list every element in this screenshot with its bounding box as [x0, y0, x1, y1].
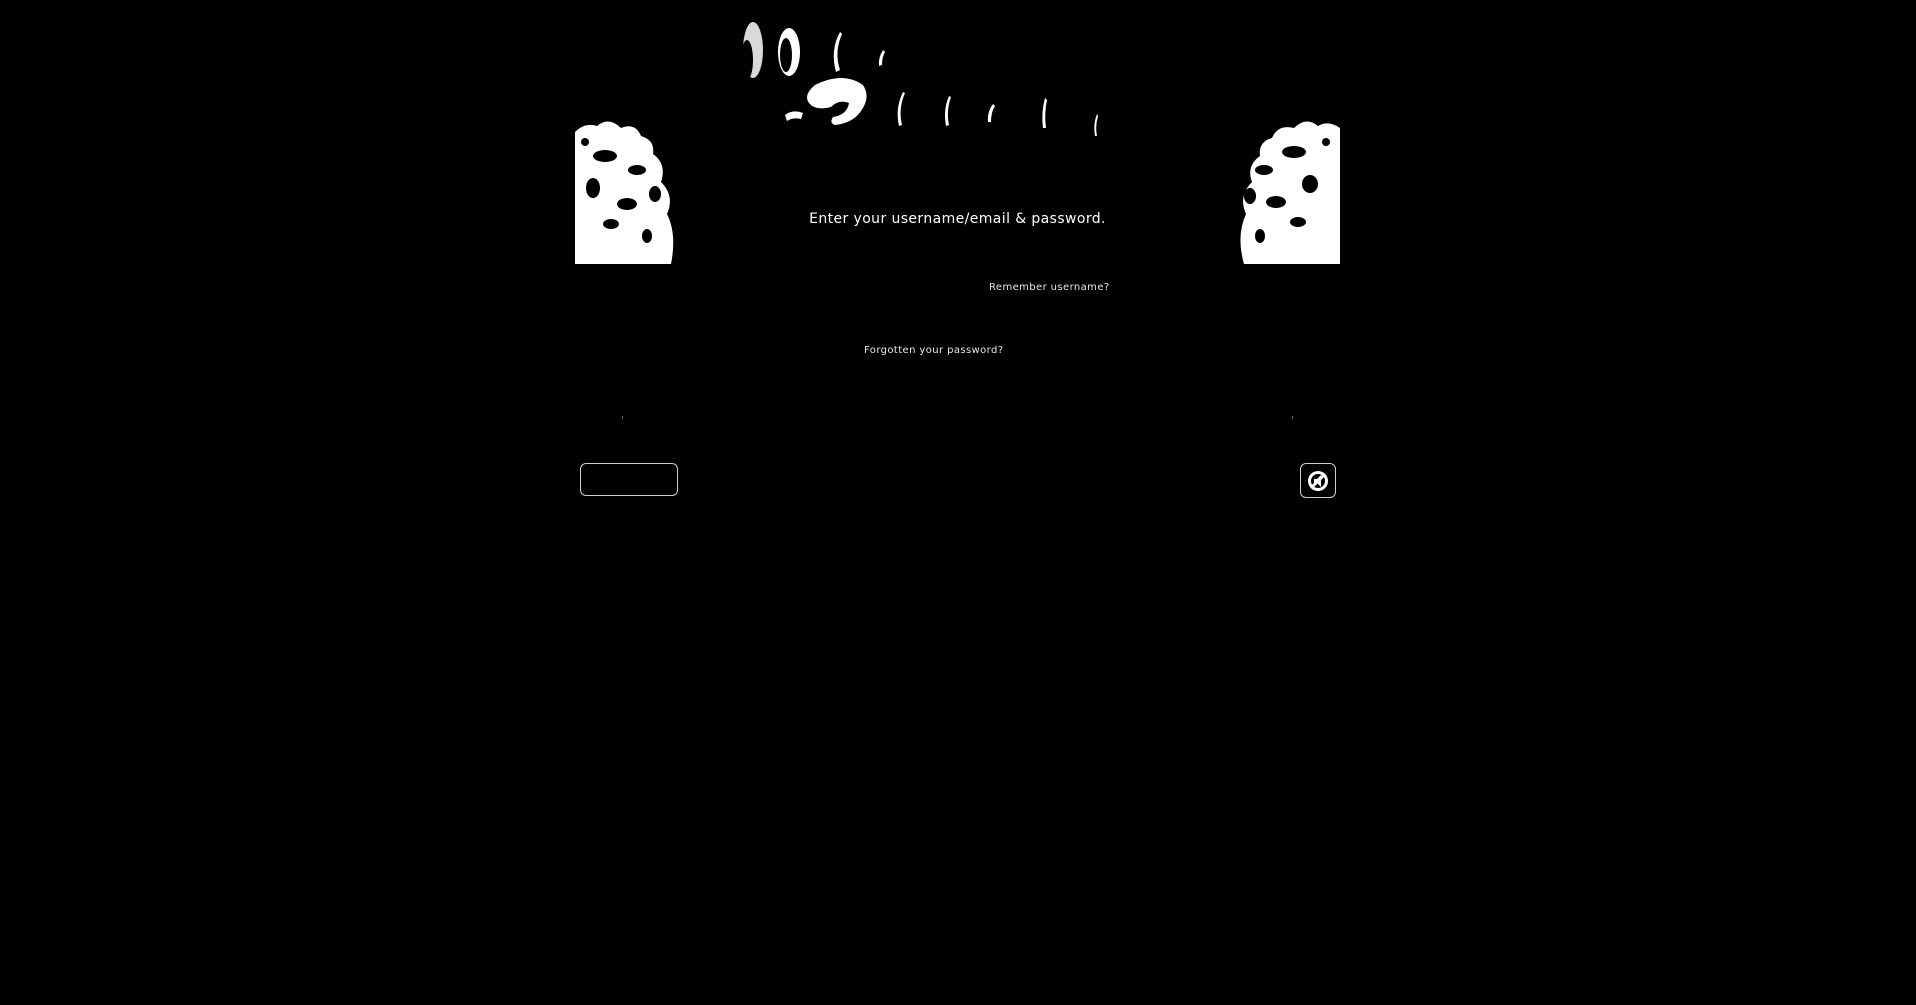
login-prompt: Enter your username/email & password.	[809, 211, 1106, 227]
divider-tick-right	[1292, 416, 1293, 419]
logo-art	[741, 22, 1098, 136]
sound-toggle-button[interactable]	[1300, 463, 1336, 498]
login-panel: Enter your username/email & password. Re…	[575, 0, 1340, 510]
back-button[interactable]	[580, 463, 678, 496]
remember-username-toggle[interactable]: Remember username?	[989, 282, 1110, 293]
divider-tick-left	[622, 416, 623, 419]
right-pillar-art	[1240, 121, 1340, 264]
left-pillar-art	[575, 121, 674, 264]
no-sound-icon	[1308, 470, 1328, 491]
forgot-password-link[interactable]: Forgotten your password?	[864, 345, 1003, 356]
